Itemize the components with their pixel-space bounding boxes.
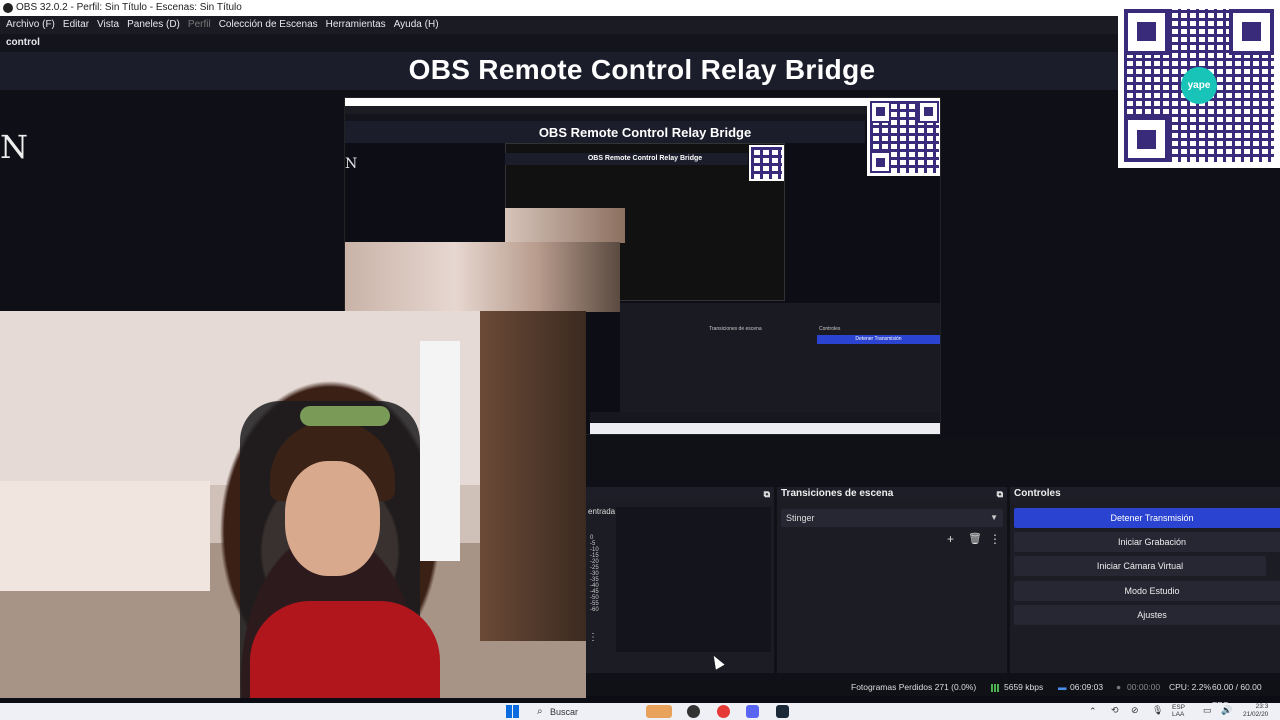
menu-vista[interactable]: Vista	[93, 16, 123, 34]
taskbar-steam-icon[interactable]	[776, 705, 789, 718]
controls-dock: Controles Detener Transmisión Iniciar Gr…	[1010, 487, 1280, 673]
stop-stream-button[interactable]: Detener Transmisión	[1014, 508, 1280, 528]
webcam-person-shirt	[250, 601, 440, 698]
dock-title: control	[0, 34, 1280, 52]
dock-float-icon[interactable]: ⧉	[764, 487, 770, 501]
deep-nested-qr-code	[749, 145, 784, 181]
nested-obs-docks	[620, 303, 940, 413]
nested-qr-code	[867, 98, 940, 176]
cpu-usage: CPU: 2.2%	[1169, 682, 1212, 692]
bitrate-signal-icon	[991, 678, 999, 696]
transition-selected: Stinger	[786, 513, 815, 523]
search-placeholder: Buscar	[550, 707, 579, 717]
dock-float-icon[interactable]: ⧉	[997, 487, 1003, 501]
system-tray: ⌃ ⟲ ⊘ 🎙 ESP LAA ▭ 🔊 23:3 21/02/20	[1085, 703, 1280, 720]
audio-mixer-dock: ⧉ entrada 0 -5 -10 -15 -20 -25 -30 -35 -40 -45 -50…	[586, 487, 774, 673]
webcam-headband	[300, 406, 390, 426]
controls-header: Controles	[1010, 487, 1280, 501]
status-bar: Fotogramas Perdidos 271 (0.0%) 5659 kbps…	[586, 678, 1280, 710]
bitrate: 5659 kbps	[1004, 682, 1044, 692]
clock[interactable]: 23:3 21/02/20	[1243, 703, 1268, 719]
network-icon[interactable]: ▭	[1203, 705, 1212, 716]
microphone-icon[interactable]: 🎙	[1152, 705, 1163, 716]
nested-transitions-label: Transiciones de escena	[709, 326, 762, 332]
audio-mixer-header: ⧉	[586, 487, 774, 501]
nested-title: OBS Remote Control Relay Bridge	[538, 125, 752, 140]
menu-perfil[interactable]: Perfil	[184, 16, 215, 34]
menu-bar: Archivo (F) Editar Vista Paneles (D) Per…	[0, 16, 1280, 34]
start-recording-button[interactable]: Iniciar Grabación	[1014, 532, 1280, 552]
settings-button[interactable]: Ajustes	[1014, 605, 1280, 625]
studio-mode-button[interactable]: Modo Estudio	[1014, 581, 1280, 601]
obs-logo-icon	[3, 3, 13, 13]
nested-status-bar	[590, 412, 940, 422]
mixer-source-label: entrada	[588, 507, 616, 516]
dropped-frames: Fotogramas Perdidos 271 (0.0%)	[851, 682, 977, 692]
stream-time: 06:09:03	[1070, 682, 1104, 692]
trash-icon[interactable]: 🗑	[968, 532, 982, 545]
nested-stop-stream-button: Detener Transmisión	[817, 335, 940, 344]
webcam-shelf	[420, 341, 460, 561]
webcam-person-face	[285, 461, 380, 576]
yape-logo-icon: yape	[1181, 67, 1217, 104]
search-icon: ⌕	[537, 706, 543, 717]
nested-webcam-image	[345, 242, 620, 312]
menu-editar[interactable]: Editar	[59, 16, 93, 34]
menu-herramientas[interactable]: Herramientas	[322, 16, 390, 34]
record-time: 00:00:00	[1127, 682, 1161, 692]
nested-letter: N	[345, 156, 358, 172]
mixer-menu-icon[interactable]: ⋮	[588, 632, 598, 643]
more-options-icon[interactable]: ⋮	[989, 532, 1001, 546]
menu-archivo[interactable]: Archivo (F)	[2, 16, 59, 34]
window-title: OBS 32.0.2 - Perfil: Sin Título - Escena…	[16, 2, 242, 13]
stream-icon: ▬	[1058, 682, 1067, 692]
taskbar-widget-icon[interactable]	[646, 705, 672, 718]
taskbar-search[interactable]: ⌕ Buscar	[534, 705, 639, 719]
tray-hidden-icon[interactable]: ⊘	[1131, 705, 1139, 716]
menu-coleccion-escenas[interactable]: Colección de Escenas	[215, 16, 322, 34]
taskbar-opera-icon[interactable]	[717, 705, 730, 718]
relay-letter: N	[0, 128, 28, 166]
mixer-db-scale: 0 -5 -10 -15 -20 -25 -30 -35 -40 -45 -50 -55 -60	[590, 535, 599, 613]
taskbar-obs-icon[interactable]	[687, 705, 700, 718]
scene-transitions-dock: Transiciones de escena ⧉ Stinger ▼ + 🗑 ⋮	[777, 487, 1007, 673]
start-virtual-camera-button[interactable]: Iniciar Cámara Virtual	[1014, 556, 1266, 576]
chevron-up-icon[interactable]: ⌃	[1089, 706, 1097, 717]
relay-page-title: OBS Remote Control Relay Bridge	[408, 54, 876, 85]
record-icon: ●	[1116, 682, 1122, 692]
menu-ayuda[interactable]: Ayuda (H)	[390, 16, 443, 34]
mixer-area	[616, 507, 771, 652]
nested-controls-label: Controles	[819, 326, 841, 332]
transition-select[interactable]: Stinger ▼	[781, 509, 1003, 527]
webcam-feed	[0, 311, 586, 698]
language-indicator[interactable]: ESP LAA	[1172, 704, 1185, 718]
chevron-down-icon: ▼	[990, 513, 998, 522]
nested-room-image	[505, 208, 625, 243]
volume-icon[interactable]: 🔊	[1221, 705, 1232, 716]
yape-qr-code: yape	[1118, 3, 1280, 168]
menu-paneles[interactable]: Paneles (D)	[123, 16, 184, 34]
windows-start-icon[interactable]	[506, 705, 519, 718]
webcam-door	[480, 311, 586, 641]
taskbar-discord-icon[interactable]	[746, 705, 759, 718]
transitions-header: Transiciones de escena ⧉	[777, 487, 1007, 501]
add-icon[interactable]: +	[947, 532, 954, 546]
webcam-bed	[0, 481, 210, 591]
window-title-bar: OBS 32.0.2 - Perfil: Sin Título - Escena…	[0, 0, 1280, 16]
nested-taskbar	[590, 423, 940, 434]
deep-nested-title: OBS Remote Control Relay Bridge	[587, 155, 703, 162]
tray-app-icon[interactable]: ⟲	[1111, 705, 1119, 716]
